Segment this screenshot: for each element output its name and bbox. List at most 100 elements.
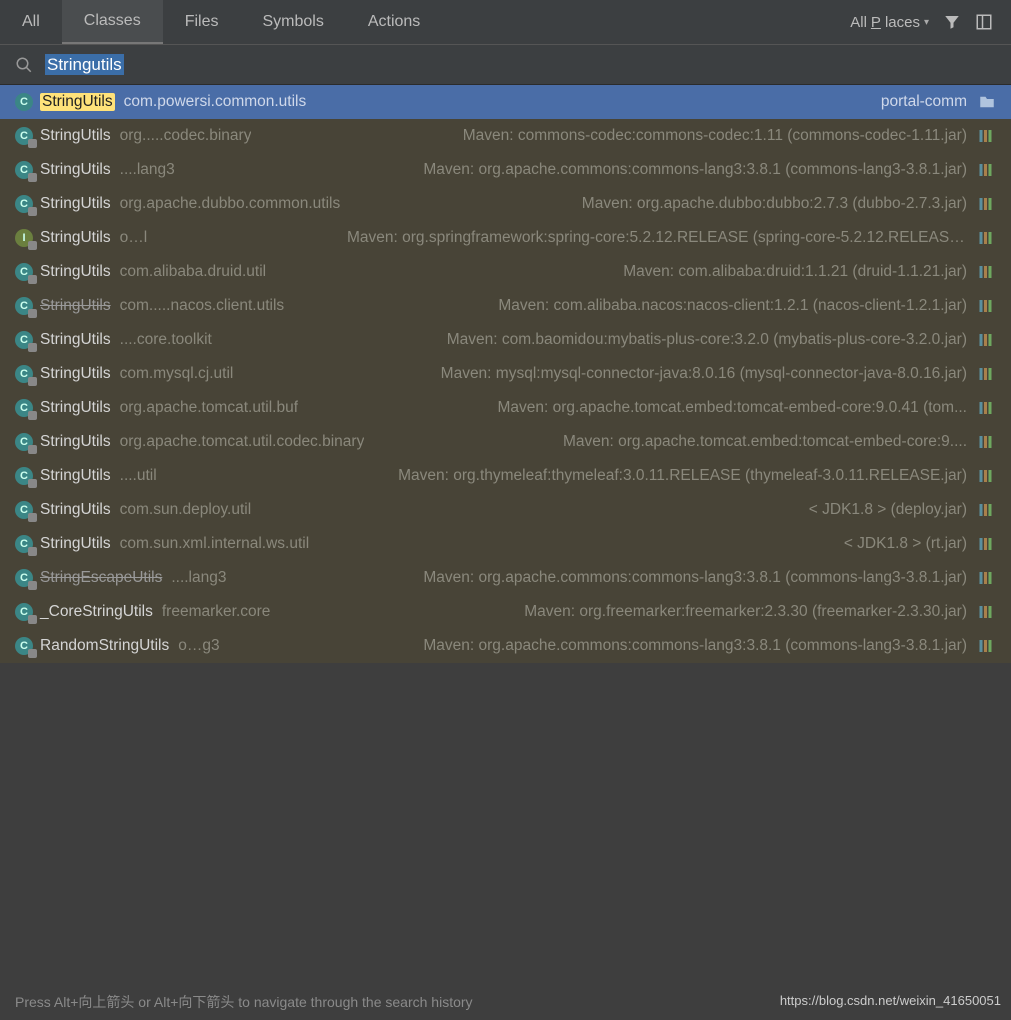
class-icon: C <box>15 637 33 655</box>
class-icon: C <box>15 195 33 213</box>
library-icon <box>978 501 996 519</box>
class-icon: C <box>15 331 33 349</box>
class-name: _CoreStringUtils <box>40 603 153 621</box>
class-name: StringUtils <box>40 399 111 417</box>
tab-classes[interactable]: Classes <box>62 0 163 44</box>
library-icon <box>978 569 996 587</box>
location: Maven: org.springframework:spring-core:5… <box>347 229 967 247</box>
result-row[interactable]: CStringUtilscom.mysql.cj.utilMaven: mysq… <box>0 357 1011 391</box>
lock-icon <box>28 445 37 454</box>
result-row[interactable]: CStringUtilscom.sun.deploy.util< JDK1.8 … <box>0 493 1011 527</box>
location: Maven: com.alibaba:druid:1.1.21 (druid-1… <box>623 263 967 281</box>
class-icon: C <box>15 263 33 281</box>
result-row[interactable]: C StringUtils org.apache.dubbo.common.util… <box>0 187 1011 221</box>
package-name: com.....nacos.client.utils <box>120 297 285 315</box>
result-row[interactable]: CStringUtilscom.sun.xml.internal.ws.util… <box>0 527 1011 561</box>
result-row[interactable]: CStringUtilscom.alibaba.druid.utilMaven:… <box>0 255 1011 289</box>
result-row[interactable]: CStringUtils....core.toolkitMaven: com.b… <box>0 323 1011 357</box>
class-name: StringUtils <box>40 263 111 281</box>
package-name: com.powersi.common.utils <box>124 93 307 111</box>
class-name: StringUtils <box>40 195 111 213</box>
location: Maven: org.apache.tomcat.embed:tomcat-em… <box>497 399 967 417</box>
class-icon: C <box>15 399 33 417</box>
location: Maven: org.apache.commons:commons-lang3:… <box>423 161 967 179</box>
lock-icon <box>28 309 37 318</box>
interface-icon: I <box>15 229 33 247</box>
result-row[interactable]: CStringUtils....utilMaven: org.thymeleaf… <box>0 459 1011 493</box>
library-icon <box>978 637 996 655</box>
chevron-down-icon: ▾ <box>924 17 929 28</box>
class-name: StringUtils <box>40 331 111 349</box>
lock-icon <box>28 547 37 556</box>
result-row[interactable]: C StringUtils org.apache.tomcat.util.buf Ma… <box>0 391 1011 425</box>
class-name: StringUtils <box>40 501 111 519</box>
lock-icon <box>28 479 37 488</box>
result-row[interactable]: CRandomStringUtilso…g3Maven: org.apache.… <box>0 629 1011 663</box>
lock-icon <box>28 343 37 352</box>
location: Maven: org.apache.dubbo:dubbo:2.7.3 (dub… <box>582 195 967 213</box>
class-icon: C <box>15 161 33 179</box>
header-bar: All Classes Files Symbols Actions All Pl… <box>0 0 1011 45</box>
location: Maven: org.apache.commons:commons-lang3:… <box>423 569 967 587</box>
package-name: org.apache.tomcat.util.codec.binary <box>120 433 365 451</box>
package-name: o…l <box>120 229 148 247</box>
library-icon <box>978 161 996 179</box>
scope-mnemonic: P <box>871 14 881 31</box>
navigation-hint: Press Alt+向上箭头 or Alt+向下箭头 to navigate t… <box>15 992 473 1012</box>
show-in-tool-window-icon[interactable] <box>975 13 993 31</box>
location: Maven: org.freemarker:freemarker:2.3.30 … <box>524 603 967 621</box>
class-icon: C <box>15 467 33 485</box>
package-name: org.apache.dubbo.common.utils <box>120 195 341 213</box>
tab-symbols[interactable]: Symbols <box>240 0 345 44</box>
lock-icon <box>28 241 37 250</box>
location: < JDK1.8 > (deploy.jar) <box>809 501 967 519</box>
library-icon <box>978 365 996 383</box>
lock-icon <box>28 275 37 284</box>
folder-icon <box>978 93 996 111</box>
class-icon: C <box>15 365 33 383</box>
class-icon: C <box>15 569 33 587</box>
search-icon <box>15 56 33 74</box>
package-name: org.apache.tomcat.util.buf <box>120 399 298 417</box>
package-name: com.sun.xml.internal.ws.util <box>120 535 310 553</box>
result-row[interactable]: C StringUtils org.apache.tomcat.util.codec… <box>0 425 1011 459</box>
library-icon <box>978 603 996 621</box>
result-row[interactable]: IStringUtilso…lMaven: org.springframewor… <box>0 221 1011 255</box>
search-row: Stringutils <box>0 45 1011 85</box>
result-row[interactable]: CStringEscapeUtils....lang3Maven: org.ap… <box>0 561 1011 595</box>
class-name: StringUtils <box>40 467 111 485</box>
filter-icon[interactable] <box>943 13 961 31</box>
lock-icon <box>28 411 37 420</box>
location: Maven: org.thymeleaf:thymeleaf:3.0.11.RE… <box>398 467 967 485</box>
library-icon <box>978 263 996 281</box>
lock-icon <box>28 615 37 624</box>
class-name: StringUtils <box>40 433 111 451</box>
tab-actions[interactable]: Actions <box>346 0 442 44</box>
location: portal-comm <box>881 93 967 111</box>
library-icon <box>978 433 996 451</box>
result-row[interactable]: CStringUtilsorg.....codec.binaryMaven: c… <box>0 119 1011 153</box>
search-value: Stringutils <box>45 54 124 75</box>
package-name: ....lang3 <box>171 569 226 587</box>
search-tabs: All Classes Files Symbols Actions <box>0 0 442 44</box>
tab-files[interactable]: Files <box>163 0 241 44</box>
location: < JDK1.8 > (rt.jar) <box>844 535 967 553</box>
class-icon: C <box>15 501 33 519</box>
result-row[interactable]: CStringUtilscom.powersi.common.utilsport… <box>0 85 1011 119</box>
search-input[interactable]: Stringutils <box>45 55 996 75</box>
class-name: StringUtils <box>40 161 111 179</box>
result-row[interactable]: CStringUtilscom.....nacos.client.utilsMa… <box>0 289 1011 323</box>
header-right: All Places ▾ <box>850 13 1011 31</box>
location: Maven: mysql:mysql-connector-java:8.0.16… <box>441 365 967 383</box>
tab-all[interactable]: All <box>0 0 62 44</box>
class-name: StringUtils <box>40 535 111 553</box>
scope-selector[interactable]: All Places ▾ <box>850 14 929 31</box>
class-icon: C <box>15 433 33 451</box>
class-name: RandomStringUtils <box>40 637 169 655</box>
result-row[interactable]: CStringUtils....lang3Maven: org.apache.c… <box>0 153 1011 187</box>
package-name: org.....codec.binary <box>120 127 252 145</box>
library-icon <box>978 467 996 485</box>
lock-icon <box>28 377 37 386</box>
result-row[interactable]: C_CoreStringUtilsfreemarker.coreMaven: o… <box>0 595 1011 629</box>
location: Maven: org.apache.tomcat.embed:tomcat-em… <box>563 433 967 451</box>
